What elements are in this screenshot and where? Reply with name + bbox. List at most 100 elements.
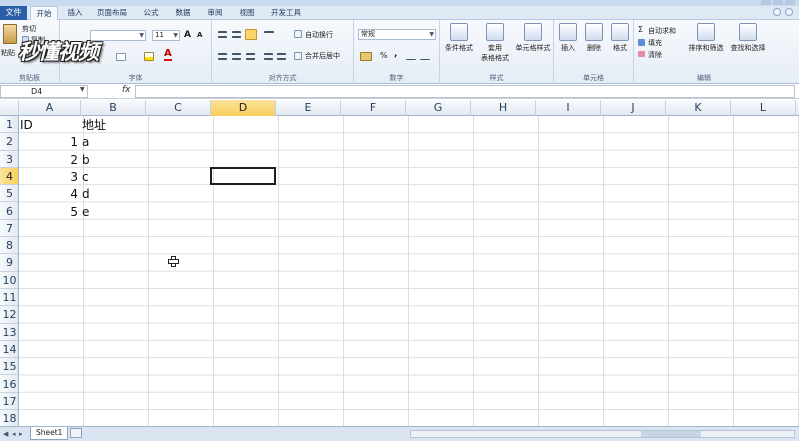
row-header-12[interactable]: 12	[0, 306, 18, 324]
cell-a2[interactable]: 1	[19, 133, 81, 150]
column-header-j[interactable]: J	[601, 100, 666, 116]
orientation-icon[interactable]	[264, 31, 274, 38]
font-name-combo[interactable]: ▼	[90, 30, 146, 41]
tab-file[interactable]: 文件	[0, 6, 27, 20]
delete-cells-button[interactable]: 删除	[582, 23, 606, 53]
insert-cells-button[interactable]: 插入	[556, 23, 580, 53]
first-sheet-icon[interactable]: ◀	[3, 430, 8, 438]
cell-b2[interactable]: a	[82, 133, 147, 150]
cell-b4[interactable]: c	[82, 168, 147, 185]
minimize-icon[interactable]	[761, 0, 771, 5]
column-header-g[interactable]: G	[406, 100, 471, 116]
cell-b3[interactable]: b	[82, 151, 147, 168]
row-header-1[interactable]: 1	[0, 116, 18, 134]
align-bottom-icon[interactable]	[245, 29, 257, 40]
close-icon[interactable]	[785, 0, 795, 5]
tab-page-layout[interactable]: 页面布局	[92, 6, 132, 20]
row-header-5[interactable]: 5	[0, 185, 18, 203]
row-header-6[interactable]: 6	[0, 203, 18, 220]
cell-a5[interactable]: 4	[19, 185, 81, 202]
decrease-indent-icon[interactable]	[264, 53, 273, 60]
clear-button[interactable]: 清除	[648, 50, 662, 60]
percent-button[interactable]: %	[380, 51, 388, 60]
row-header-13[interactable]: 13	[0, 324, 18, 341]
align-left-icon[interactable]	[218, 53, 227, 60]
column-header-a[interactable]: A	[19, 100, 81, 116]
column-header-h[interactable]: H	[471, 100, 536, 116]
select-all-button[interactable]	[0, 100, 19, 116]
row-header-4[interactable]: 4	[0, 167, 18, 186]
row-header-17[interactable]: 17	[0, 393, 18, 411]
shrink-font-button[interactable]: A	[197, 31, 202, 39]
find-select-button[interactable]: 查找和选择	[728, 23, 768, 53]
row-header-8[interactable]: 8	[0, 237, 18, 255]
scrollbar-thumb[interactable]	[641, 431, 701, 437]
row-header-7[interactable]: 7	[0, 220, 18, 238]
cell-b6[interactable]: e	[82, 203, 147, 220]
formula-input[interactable]	[135, 85, 795, 98]
help-icon[interactable]	[785, 8, 793, 16]
cell-styles-button[interactable]: 单元格样式	[512, 23, 554, 53]
row-header-11[interactable]: 11	[0, 289, 18, 307]
grow-font-button[interactable]: A	[184, 30, 191, 40]
chevron-down-icon[interactable]: ▼	[80, 86, 85, 93]
format-as-table-button[interactable]: 套用 表格格式	[478, 23, 512, 63]
fill-button[interactable]: 填充	[648, 38, 662, 48]
tab-data[interactable]: 数据	[170, 6, 196, 20]
worksheet-grid[interactable]: ID 地址 1 a 2 b 3 c 4 d 5 e	[19, 116, 799, 426]
cell-a3[interactable]: 2	[19, 151, 81, 168]
comma-button[interactable]: ,	[394, 49, 397, 59]
cut-button[interactable]: 剪切	[22, 24, 36, 34]
minimize-ribbon-icon[interactable]	[773, 8, 781, 16]
row-header-18[interactable]: 18	[0, 410, 18, 426]
column-header-f[interactable]: F	[341, 100, 406, 116]
column-header-k[interactable]: K	[666, 100, 731, 116]
sheet-tab-sheet1[interactable]: Sheet1	[30, 427, 69, 440]
tab-review[interactable]: 审阅	[202, 6, 228, 20]
autosum-button[interactable]: 自动求和	[648, 26, 676, 36]
border-icon[interactable]	[116, 53, 126, 61]
row-header-10[interactable]: 10	[0, 272, 18, 289]
font-size-combo[interactable]: 11 ▼	[152, 30, 180, 41]
tab-home[interactable]: 开始	[30, 6, 58, 21]
tab-formulas[interactable]: 公式	[138, 6, 164, 20]
format-cells-button[interactable]: 格式	[608, 23, 632, 53]
column-header-d[interactable]: D	[211, 100, 276, 116]
next-sheet-icon[interactable]: ▸	[19, 430, 23, 438]
fill-color-icon[interactable]	[144, 52, 154, 61]
paste-icon[interactable]	[3, 24, 17, 44]
align-top-icon[interactable]	[218, 31, 227, 38]
prev-sheet-icon[interactable]: ◂	[12, 430, 16, 438]
column-header-l[interactable]: L	[731, 100, 796, 116]
column-header-e[interactable]: E	[276, 100, 341, 116]
decrease-decimal-icon[interactable]	[420, 53, 430, 60]
row-header-15[interactable]: 15	[0, 358, 18, 376]
row-header-2[interactable]: 2	[0, 133, 18, 151]
horizontal-scrollbar[interactable]	[410, 430, 795, 438]
conditional-format-button[interactable]: 条件格式	[442, 23, 476, 53]
row-header-14[interactable]: 14	[0, 341, 18, 359]
increase-decimal-icon[interactable]	[406, 53, 416, 60]
align-middle-icon[interactable]	[232, 31, 241, 38]
column-header-i[interactable]: I	[536, 100, 601, 116]
row-header-16[interactable]: 16	[0, 376, 18, 393]
font-color-button[interactable]: A	[164, 49, 172, 61]
cell-a6[interactable]: 5	[19, 203, 81, 220]
cell-a4[interactable]: 3	[19, 168, 81, 185]
paste-button[interactable]: 粘贴	[1, 48, 15, 58]
tab-developer[interactable]: 开发工具	[266, 6, 306, 20]
cell-b5[interactable]: d	[82, 185, 147, 202]
insert-sheet-icon[interactable]	[70, 428, 82, 438]
number-format-combo[interactable]: 常规 ▼	[358, 29, 436, 40]
insert-function-button[interactable]: fx	[122, 85, 131, 95]
tab-view[interactable]: 视图	[234, 6, 260, 20]
row-header-9[interactable]: 9	[0, 254, 18, 272]
column-header-b[interactable]: B	[81, 100, 146, 116]
name-box[interactable]: D4	[0, 85, 88, 98]
align-center-icon[interactable]	[232, 53, 241, 60]
wrap-text-button[interactable]: 自动换行	[305, 30, 333, 40]
tab-insert[interactable]: 插入	[62, 6, 88, 20]
row-header-3[interactable]: 3	[0, 151, 18, 168]
active-cell-outline[interactable]	[210, 166, 276, 186]
column-header-c[interactable]: C	[146, 100, 211, 116]
